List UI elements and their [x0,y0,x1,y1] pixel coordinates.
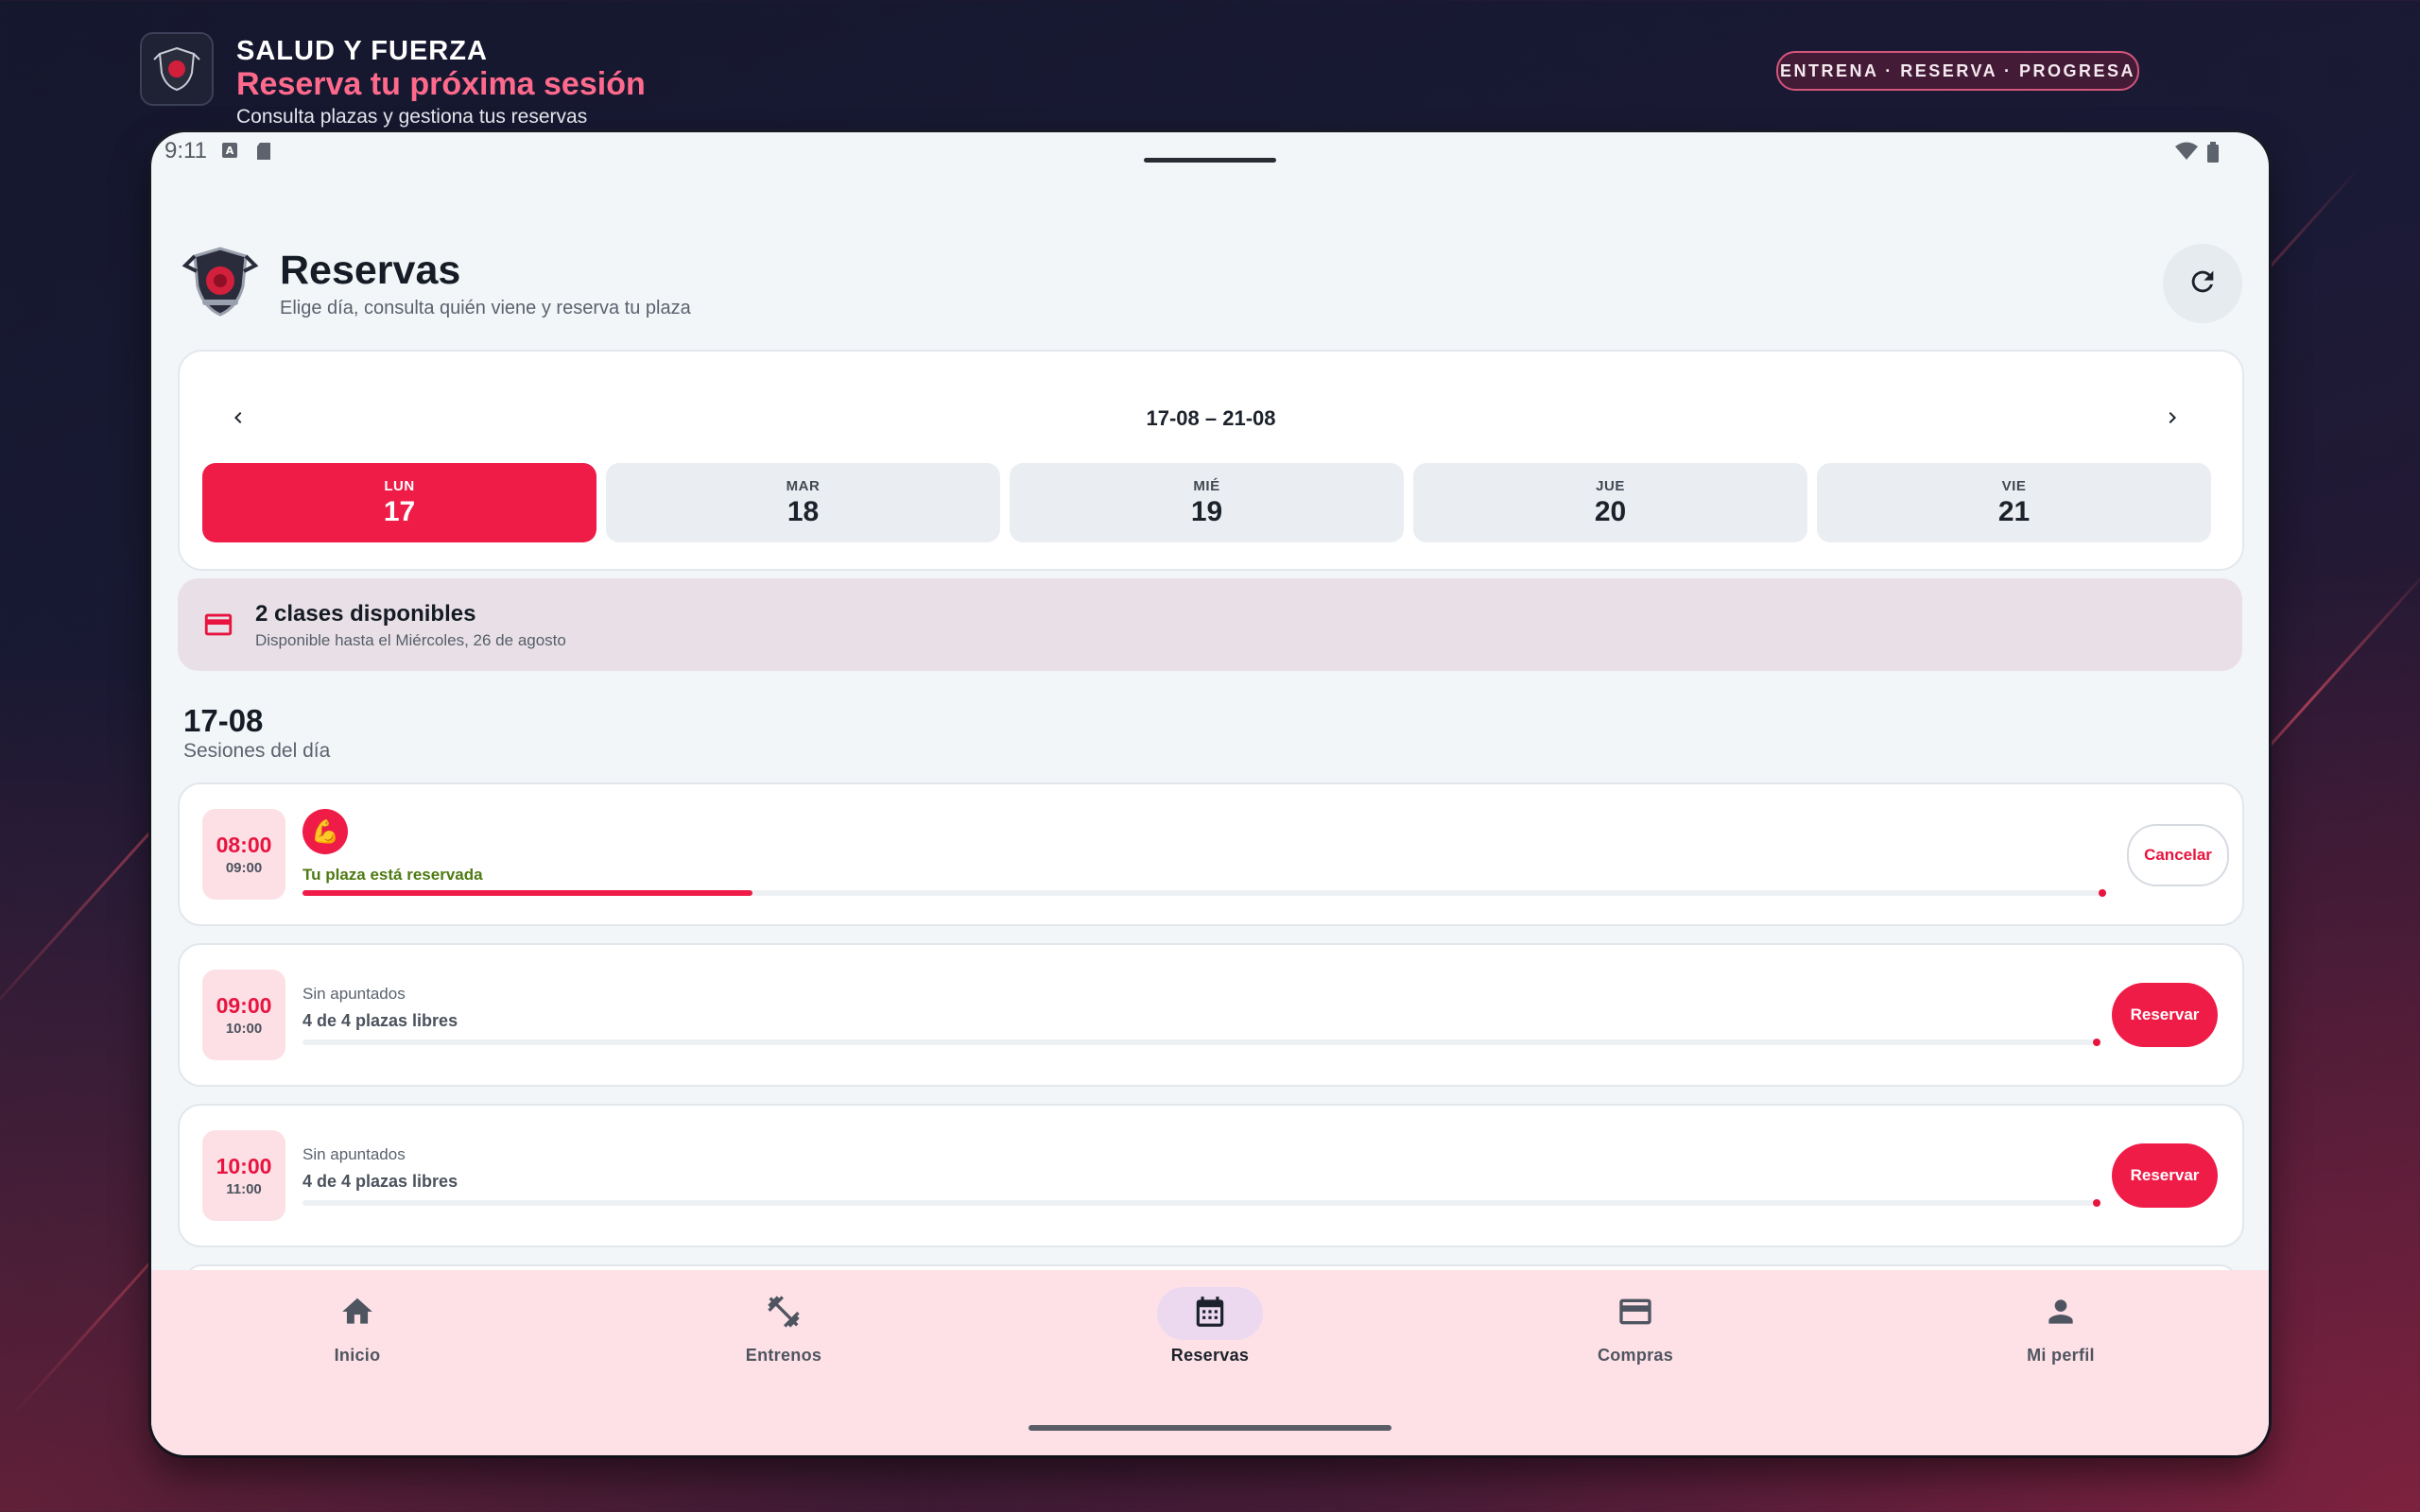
calendar-icon [1192,1294,1228,1334]
session-time: 08:00 09:00 [202,809,285,900]
bottom-navigation: Inicio Entrenos Reservas Compras Mi perf… [151,1270,2269,1455]
sd-card-icon [255,142,272,165]
credits-subtitle: Disponible hasta el Miércoles, 26 de ago… [255,631,566,649]
nav-label: Compras [1597,1346,1674,1365]
session-end: 10:00 [225,1021,263,1037]
nav-label: Inicio [334,1346,381,1365]
reserve-button[interactable]: Reservar [2112,1143,2218,1208]
nav-item-inicio[interactable]: Inicio [263,1287,452,1366]
device-screen: 9:11 A Reservas Elige día, consulta quié… [151,132,2269,1455]
day-number: 18 [786,495,820,527]
refresh-button[interactable] [2163,244,2242,323]
page-subtitle: Elige día, consulta quién viene y reserv… [280,298,691,318]
session-time: 10:00 11:00 [202,1130,285,1221]
status-bar: 9:11 A [151,132,2269,170]
session-end: 11:00 [226,1181,262,1197]
nav-icon-container [2008,1287,2114,1340]
day-number: 21 [1997,495,2031,527]
nav-item-entrenos[interactable]: Entrenos [689,1287,878,1366]
page-title: Reservas [280,248,461,293]
top-handle [1144,158,1276,163]
session-start: 08:00 [216,833,272,857]
day-name: JUE [1596,477,1625,494]
day-name: VIE [2001,477,2027,494]
brand-name: SALUD Y FUERZA [236,36,488,66]
session-card: 09:00 10:00 Sin apuntados 4 de 4 plazas … [178,943,2244,1087]
nav-icon-container [304,1287,410,1340]
attendee-avatar: 💪 [302,809,348,854]
day-name: MIÉ [1193,477,1220,494]
brand-logo [140,32,214,106]
wifi-icon [2174,142,2199,165]
day-name: MAR [786,477,821,494]
person-icon [2043,1294,2079,1334]
nav-icon-container [731,1287,837,1340]
chevron-right-icon [2161,406,2184,434]
day-button-vie[interactable]: VIE 21 [1817,463,2211,542]
svg-text:A: A [226,145,234,157]
occupancy-bar [302,1200,2095,1206]
status-time: 9:11 [164,138,207,163]
nav-icon-container [1582,1287,1688,1340]
seats-available: 4 de 4 plazas libres [302,1172,458,1191]
credit-card-icon [200,609,236,645]
attendees-status: Sin apuntados [302,1145,406,1163]
cancel-button[interactable]: Cancelar [2127,824,2229,886]
session-time: 09:00 10:00 [202,970,285,1060]
occupancy-bar [302,1040,2095,1045]
day-number: 20 [1594,495,1627,527]
credits-title: 2 clases disponibles [255,601,476,627]
day-button-mar[interactable]: MAR 18 [606,463,1000,542]
seats-available: 4 de 4 plazas libres [302,1011,458,1030]
session-card: 08:00 09:00 💪 Tu plaza está reservada Ca… [178,782,2244,926]
home-indicator [1028,1425,1392,1431]
nav-item-reservas[interactable]: Reservas [1115,1287,1305,1366]
next-week-button[interactable] [2152,399,2193,440]
occupancy-end-dot [2099,889,2106,897]
week-range: 17-08 – 21-08 [1146,406,1276,430]
nav-icon-container [1157,1287,1263,1340]
attendees-status: Sin apuntados [302,985,406,1003]
day-number: 19 [1190,495,1223,527]
reservation-status: Tu plaza está reservada [302,866,483,884]
day-button-lun[interactable]: LUN 17 [202,463,596,542]
app-logo [182,243,259,320]
nav-label: Reservas [1170,1346,1250,1365]
battery-icon [2206,142,2220,167]
section-label: Sesiones del día [183,740,331,762]
occupancy-end-dot [2093,1039,2100,1046]
day-name: LUN [384,477,415,494]
occupancy-bar [302,890,2102,896]
credit-card-icon [1616,1293,1654,1335]
day-button-mie[interactable]: MIÉ 19 [1010,463,1404,542]
brand-title: Reserva tu próxima sesión [236,66,646,102]
nav-item-mi-perfil[interactable]: Mi perfil [1966,1287,2155,1366]
session-start: 09:00 [216,993,272,1018]
credits-banner: 2 clases disponibles Disponible hasta el… [178,578,2242,671]
day-button-jue[interactable]: JUE 20 [1413,463,1807,542]
day-list: LUN 17 MAR 18 MIÉ 19 JUE 20 VIE 21 [202,463,2211,542]
reserve-button[interactable]: Reservar [2112,983,2218,1047]
section-date: 17-08 [183,703,264,738]
nav-label: Entrenos [745,1346,822,1365]
home-icon [339,1294,375,1334]
occupancy-fill [302,890,752,896]
nav-item-compras[interactable]: Compras [1541,1287,1730,1366]
dumbbell-icon [765,1293,803,1335]
keyboard-notification-icon: A [221,142,238,163]
nav-label: Mi perfil [2027,1346,2095,1365]
session-end: 09:00 [225,860,263,876]
session-start: 10:00 [216,1154,272,1178]
week-selector: 17-08 – 21-08 LUN 17 MAR 18 MIÉ 19 JUE 2… [178,350,2244,571]
session-card: 10:00 11:00 Sin apuntados 4 de 4 plazas … [178,1104,2244,1247]
refresh-icon [2187,266,2219,302]
day-number: 17 [383,495,416,527]
brand-subtitle: Consulta plazas y gestiona tus reservas [236,106,588,128]
occupancy-end-dot [2093,1199,2100,1207]
tagline-pill: ENTRENA · RESERVA · PROGRESA [1776,51,2139,91]
